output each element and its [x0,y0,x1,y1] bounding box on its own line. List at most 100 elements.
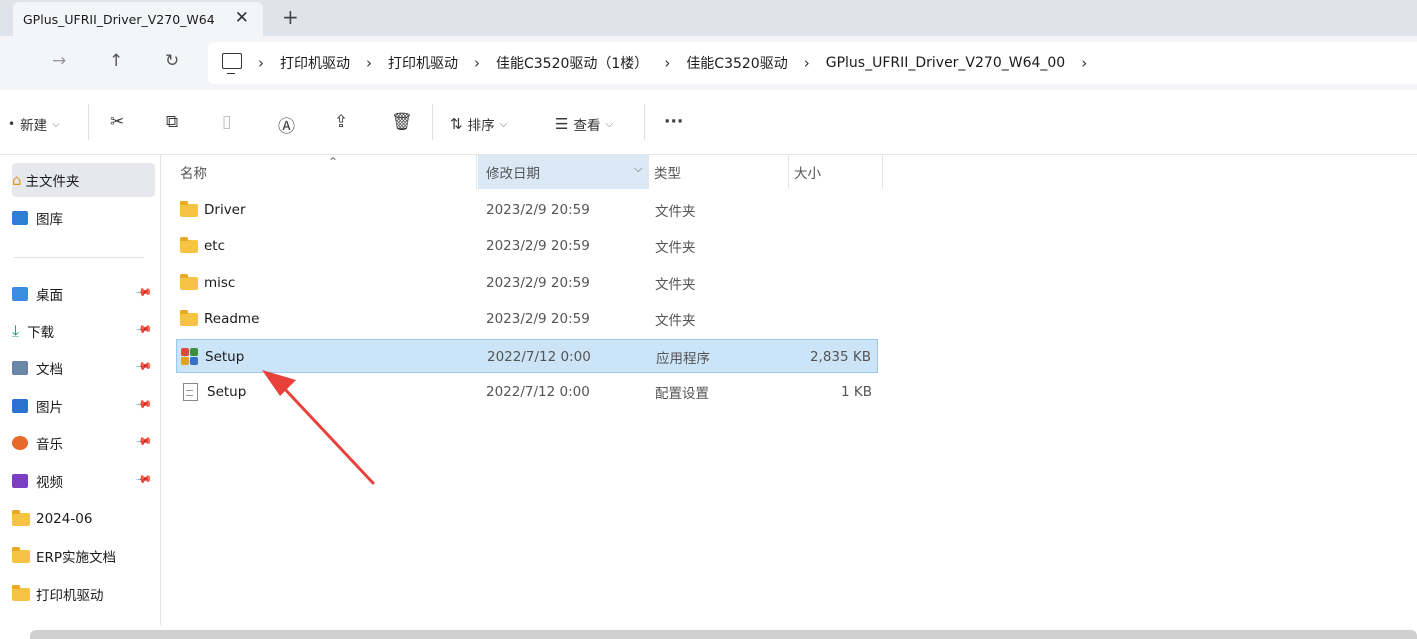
sidebar-item-gallery[interactable]: 图库 [12,201,155,235]
column-divider [476,155,477,189]
chevron-right-icon[interactable]: › [1081,54,1087,72]
command-bar [0,92,1417,155]
config-file-icon [183,383,198,401]
new-button[interactable]: • 新建 ⌵ [8,114,60,134]
sidebar-item-home[interactable]: ⌂ 主文件夹 [12,163,155,197]
close-tab-icon[interactable]: ✕ [235,8,249,28]
delete-button[interactable]: 🗑 [391,112,413,132]
pin-icon[interactable]: 📌 [135,432,154,451]
up-button[interactable]: ↑ [109,51,123,71]
desktop-icon [12,287,28,301]
breadcrumb-item[interactable]: 佳能C3520驱动（1楼） [496,53,648,73]
scissors-icon: ✂ [110,112,125,132]
breadcrumb-item[interactable]: 打印机驱动 [280,53,350,73]
view-button[interactable]: ☰ 查看 ⌵ [555,114,613,134]
navigation-bar: → ↑ ↻ › 打印机驱动 › 打印机驱动 › 佳能C3520驱动（1楼） › … [0,36,1417,90]
toolbar-divider [644,104,645,140]
download-icon: ⤓ [12,321,20,340]
setup-exe-icon [181,348,199,366]
sort-button[interactable]: ⇅ 排序 ⌵ [450,114,507,134]
more-options-button[interactable]: ··· [664,112,683,132]
chevron-right-icon[interactable]: › [804,54,810,72]
folder-icon [12,509,30,526]
pin-icon[interactable]: 📌 [135,395,154,414]
tab-current-folder[interactable]: GPlus_UFRII_Driver_V270_W64 ✕ [13,2,263,36]
column-header-row: ⌃ 名称 修改日期 类型 大小 [160,155,885,189]
column-divider [788,155,789,189]
sidebar-item-folder[interactable]: ERP实施文档 [12,539,155,573]
folder-icon [12,546,30,563]
toolbar-divider [432,104,433,140]
rename-icon: Ⓐ [278,117,295,137]
navigation-pane: ⌂ 主文件夹 图库 桌面 📌 ⤓ 下载 📌 文档 📌 图片 📌 音乐 📌 视频 … [0,155,161,625]
sidebar-item-folder[interactable]: 2024-06 [12,502,155,536]
pictures-icon [12,399,28,413]
pin-icon[interactable]: 📌 [135,320,154,339]
video-icon [12,474,28,488]
folder-icon [180,309,198,326]
trash-icon: 🗑 [391,112,413,132]
copy-button[interactable]: ⧉ [166,112,178,132]
file-row[interactable]: misc 2023/2/9 20:59 文件夹 [176,266,878,300]
chevron-down-icon[interactable]: ⌵ [634,162,642,176]
sidebar-item-pictures[interactable]: 图片 📌 [12,389,155,423]
sidebar-item-videos[interactable]: 视频 📌 [12,464,155,498]
clipboard-icon: ▯ [222,112,232,132]
sidebar-item-downloads[interactable]: ⤓ 下载 📌 [12,314,155,348]
breadcrumb-item[interactable]: GPlus_UFRII_Driver_V270_W64_00 [826,55,1065,71]
folder-icon [12,584,30,601]
chevron-right-icon[interactable]: › [258,54,264,72]
sidebar-item-music[interactable]: 音乐 📌 [12,426,155,460]
paste-button[interactable]: ▯ [222,112,231,132]
sidebar-item-folder[interactable]: 打印机驱动 [12,577,155,611]
view-list-icon: ☰ [555,115,569,133]
column-header-size[interactable]: 大小 [794,155,884,189]
home-icon: ⌂ [12,171,22,189]
status-bar-edge [30,630,1417,639]
breadcrumb-item[interactable]: 打印机驱动 [388,53,458,73]
file-row[interactable]: Setup 2022/7/12 0:00 配置设置 1 KB [176,375,878,409]
folder-icon [180,273,198,290]
documents-icon [12,361,28,375]
forward-button[interactable]: → [52,51,66,71]
chevron-down-icon: ⌵ [605,118,614,130]
cut-button[interactable]: ✂ [110,112,124,132]
column-header-type[interactable]: 类型 [654,155,784,189]
pin-icon[interactable]: 📌 [135,470,154,489]
chevron-down-icon: ⌵ [52,118,60,130]
refresh-button[interactable]: ↻ [165,51,179,71]
chevron-right-icon[interactable]: › [474,54,480,72]
gallery-icon [12,211,28,225]
pin-icon[interactable]: 📌 [135,283,154,302]
toolbar-divider [88,104,89,140]
sidebar-item-documents[interactable]: 文档 📌 [12,351,155,385]
sidebar-item-desktop[interactable]: 桌面 📌 [12,277,155,311]
file-row-selected[interactable]: Setup 2022/7/12 0:00 应用程序 2,835 KB [176,339,878,373]
share-button[interactable]: ⇪ [334,112,348,132]
sort-icon: ⇅ [450,115,463,133]
folder-icon [180,200,198,217]
chevron-right-icon[interactable]: › [664,54,670,72]
column-divider [882,155,883,189]
sidebar-divider [14,257,144,258]
rename-button[interactable]: Ⓐ [278,112,295,137]
breadcrumb-item[interactable]: 佳能C3520驱动 [686,53,787,73]
this-pc-icon[interactable] [222,53,242,74]
pin-icon[interactable]: 📌 [135,357,154,376]
more-icon: ··· [664,112,684,132]
copy-icon: ⧉ [166,112,179,132]
tab-strip: GPlus_UFRII_Driver_V270_W64 ✕ + [0,0,1417,36]
tab-title: GPlus_UFRII_Driver_V270_W64 [23,11,215,27]
column-header-name[interactable]: 名称 [180,155,480,189]
folder-icon [180,236,198,253]
file-row[interactable]: etc 2023/2/9 20:59 文件夹 [176,229,878,263]
file-row[interactable]: Driver 2023/2/9 20:59 文件夹 [176,193,878,227]
chevron-right-icon[interactable]: › [366,54,372,72]
address-bar[interactable]: › 打印机驱动 › 打印机驱动 › 佳能C3520驱动（1楼） › 佳能C352… [208,42,1417,84]
share-icon: ⇪ [334,112,349,132]
new-tab-icon[interactable]: + [282,5,299,29]
column-header-date[interactable]: 修改日期 [478,155,648,189]
column-divider [648,155,649,189]
file-row[interactable]: Readme 2023/2/9 20:59 文件夹 [176,302,878,336]
new-icon: • [8,117,16,131]
